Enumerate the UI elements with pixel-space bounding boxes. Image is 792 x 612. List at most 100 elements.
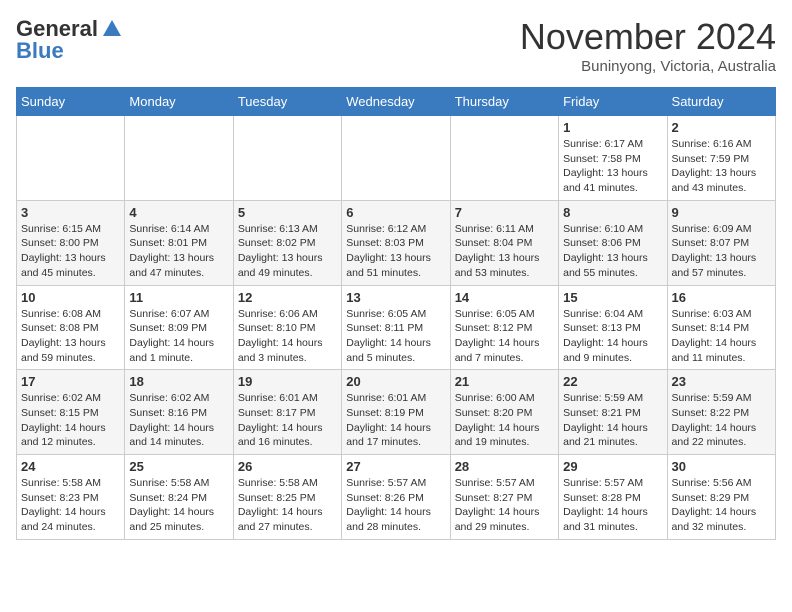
- calendar-header-row: SundayMondayTuesdayWednesdayThursdayFrid…: [17, 88, 776, 116]
- day-number: 16: [672, 290, 771, 305]
- day-info: Sunrise: 5:57 AM Sunset: 8:27 PM Dayligh…: [455, 476, 554, 535]
- day-number: 30: [672, 459, 771, 474]
- weekday-header-monday: Monday: [125, 88, 233, 116]
- calendar-cell: 19 Sunrise: 6:01 AM Sunset: 8:17 PM Dayli…: [233, 370, 341, 455]
- calendar-cell: 5Sunrise: 6:13 AM Sunset: 8:02 PM Daylig…: [233, 200, 341, 285]
- logo-blue-text: Blue: [16, 38, 64, 64]
- calendar-cell: 30Sunrise: 5:56 AM Sunset: 8:29 PM Dayli…: [667, 455, 775, 540]
- weekday-header-friday: Friday: [559, 88, 667, 116]
- location-subtitle: Buninyong, Victoria, Australia: [520, 58, 776, 75]
- calendar-cell: 14 Sunrise: 6:05 AM Sunset: 8:12 PM Dayli…: [450, 285, 558, 370]
- calendar-cell: 25Sunrise: 5:58 AM Sunset: 8:24 PM Dayli…: [125, 455, 233, 540]
- day-info: Sunrise: 6:16 AM Sunset: 7:59 PM Dayligh…: [672, 137, 771, 196]
- calendar-cell: 10 Sunrise: 6:08 AM Sunset: 8:08 PM Dayli…: [17, 285, 125, 370]
- calendar-cell: 17 Sunrise: 6:02 AM Sunset: 8:15 PM Dayli…: [17, 370, 125, 455]
- day-info: Sunrise: 5:58 AM Sunset: 8:25 PM Dayligh…: [238, 476, 337, 535]
- day-number: 24: [21, 459, 120, 474]
- day-info: Sunrise: 6:06 AM Sunset: 8:10 PM Dayligh…: [238, 307, 337, 366]
- calendar-week-3: 10 Sunrise: 6:08 AM Sunset: 8:08 PM Dayli…: [17, 285, 776, 370]
- day-number: 22: [563, 374, 662, 389]
- day-info: Sunrise: 6:12 AM Sunset: 8:03 PM Dayligh…: [346, 222, 445, 281]
- calendar-cell: [17, 116, 125, 201]
- day-number: 7: [455, 205, 554, 220]
- day-info: Sunrise: 6:08 AM Sunset: 8:08 PM Dayligh…: [21, 307, 120, 366]
- day-info: Sunrise: 6:11 AM Sunset: 8:04 PM Dayligh…: [455, 222, 554, 281]
- calendar-table: SundayMondayTuesdayWednesdayThursdayFrid…: [16, 87, 776, 540]
- day-number: 13: [346, 290, 445, 305]
- day-number: 4: [129, 205, 228, 220]
- calendar-cell: 27 Sunrise: 5:57 AM Sunset: 8:26 PM Dayli…: [342, 455, 450, 540]
- day-info: Sunrise: 6:01 AM Sunset: 8:19 PM Dayligh…: [346, 391, 445, 450]
- calendar-cell: 29Sunrise: 5:57 AM Sunset: 8:28 PM Dayli…: [559, 455, 667, 540]
- calendar-cell: [125, 116, 233, 201]
- day-number: 8: [563, 205, 662, 220]
- day-number: 23: [672, 374, 771, 389]
- day-number: 3: [21, 205, 120, 220]
- day-info: Sunrise: 6:14 AM Sunset: 8:01 PM Dayligh…: [129, 222, 228, 281]
- calendar-cell: 4 Sunrise: 6:14 AM Sunset: 8:01 PM Daylig…: [125, 200, 233, 285]
- calendar-cell: 26 Sunrise: 5:58 AM Sunset: 8:25 PM Dayli…: [233, 455, 341, 540]
- calendar-week-2: 3 Sunrise: 6:15 AM Sunset: 8:00 PM Daylig…: [17, 200, 776, 285]
- day-info: Sunrise: 6:05 AM Sunset: 8:11 PM Dayligh…: [346, 307, 445, 366]
- day-number: 28: [455, 459, 554, 474]
- day-info: Sunrise: 6:03 AM Sunset: 8:14 PM Dayligh…: [672, 307, 771, 366]
- calendar-cell: 22 Sunrise: 5:59 AM Sunset: 8:21 PM Dayli…: [559, 370, 667, 455]
- calendar-cell: 6 Sunrise: 6:12 AM Sunset: 8:03 PM Daylig…: [342, 200, 450, 285]
- weekday-header-sunday: Sunday: [17, 88, 125, 116]
- day-number: 5: [238, 205, 337, 220]
- day-info: Sunrise: 5:57 AM Sunset: 8:26 PM Dayligh…: [346, 476, 445, 535]
- calendar-week-4: 17 Sunrise: 6:02 AM Sunset: 8:15 PM Dayli…: [17, 370, 776, 455]
- calendar-cell: 7 Sunrise: 6:11 AM Sunset: 8:04 PM Daylig…: [450, 200, 558, 285]
- day-number: 21: [455, 374, 554, 389]
- day-number: 14: [455, 290, 554, 305]
- calendar-week-5: 24Sunrise: 5:58 AM Sunset: 8:23 PM Dayli…: [17, 455, 776, 540]
- calendar-cell: 8 Sunrise: 6:10 AM Sunset: 8:06 PM Daylig…: [559, 200, 667, 285]
- weekday-header-tuesday: Tuesday: [233, 88, 341, 116]
- calendar-cell: 16 Sunrise: 6:03 AM Sunset: 8:14 PM Dayli…: [667, 285, 775, 370]
- calendar-cell: [342, 116, 450, 201]
- day-info: Sunrise: 6:01 AM Sunset: 8:17 PM Dayligh…: [238, 391, 337, 450]
- day-number: 27: [346, 459, 445, 474]
- weekday-header-wednesday: Wednesday: [342, 88, 450, 116]
- calendar-cell: 9 Sunrise: 6:09 AM Sunset: 8:07 PM Daylig…: [667, 200, 775, 285]
- month-title: November 2024: [520, 16, 776, 58]
- title-section: November 2024 Buninyong, Victoria, Austr…: [520, 16, 776, 75]
- day-info: Sunrise: 6:02 AM Sunset: 8:15 PM Dayligh…: [21, 391, 120, 450]
- day-number: 19: [238, 374, 337, 389]
- calendar-cell: [233, 116, 341, 201]
- calendar-cell: 23 Sunrise: 5:59 AM Sunset: 8:22 PM Dayli…: [667, 370, 775, 455]
- calendar-week-1: 1Sunrise: 6:17 AM Sunset: 7:58 PM Daylig…: [17, 116, 776, 201]
- day-info: Sunrise: 6:09 AM Sunset: 8:07 PM Dayligh…: [672, 222, 771, 281]
- day-number: 18: [129, 374, 228, 389]
- day-number: 17: [21, 374, 120, 389]
- day-info: Sunrise: 5:59 AM Sunset: 8:22 PM Dayligh…: [672, 391, 771, 450]
- day-number: 2: [672, 120, 771, 135]
- calendar-cell: 3 Sunrise: 6:15 AM Sunset: 8:00 PM Daylig…: [17, 200, 125, 285]
- calendar-cell: 20 Sunrise: 6:01 AM Sunset: 8:19 PM Dayli…: [342, 370, 450, 455]
- day-number: 26: [238, 459, 337, 474]
- calendar-cell: 13 Sunrise: 6:05 AM Sunset: 8:11 PM Dayli…: [342, 285, 450, 370]
- day-info: Sunrise: 6:05 AM Sunset: 8:12 PM Dayligh…: [455, 307, 554, 366]
- calendar-cell: 18Sunrise: 6:02 AM Sunset: 8:16 PM Dayli…: [125, 370, 233, 455]
- day-number: 20: [346, 374, 445, 389]
- weekday-header-thursday: Thursday: [450, 88, 558, 116]
- logo-icon: [101, 18, 123, 40]
- day-number: 10: [21, 290, 120, 305]
- day-number: 9: [672, 205, 771, 220]
- calendar-cell: 2 Sunrise: 6:16 AM Sunset: 7:59 PM Daylig…: [667, 116, 775, 201]
- day-info: Sunrise: 6:15 AM Sunset: 8:00 PM Dayligh…: [21, 222, 120, 281]
- calendar-cell: 15Sunrise: 6:04 AM Sunset: 8:13 PM Dayli…: [559, 285, 667, 370]
- logo: General Blue: [16, 16, 124, 64]
- day-info: Sunrise: 6:10 AM Sunset: 8:06 PM Dayligh…: [563, 222, 662, 281]
- calendar-cell: 24Sunrise: 5:58 AM Sunset: 8:23 PM Dayli…: [17, 455, 125, 540]
- calendar-cell: 12Sunrise: 6:06 AM Sunset: 8:10 PM Dayli…: [233, 285, 341, 370]
- calendar-cell: 28 Sunrise: 5:57 AM Sunset: 8:27 PM Dayli…: [450, 455, 558, 540]
- day-number: 15: [563, 290, 662, 305]
- day-info: Sunrise: 5:59 AM Sunset: 8:21 PM Dayligh…: [563, 391, 662, 450]
- day-info: Sunrise: 6:00 AM Sunset: 8:20 PM Dayligh…: [455, 391, 554, 450]
- day-number: 25: [129, 459, 228, 474]
- page-header: General Blue November 2024 Buninyong, Vi…: [16, 16, 776, 75]
- day-info: Sunrise: 6:07 AM Sunset: 8:09 PM Dayligh…: [129, 307, 228, 366]
- calendar-cell: 11Sunrise: 6:07 AM Sunset: 8:09 PM Dayli…: [125, 285, 233, 370]
- day-number: 6: [346, 205, 445, 220]
